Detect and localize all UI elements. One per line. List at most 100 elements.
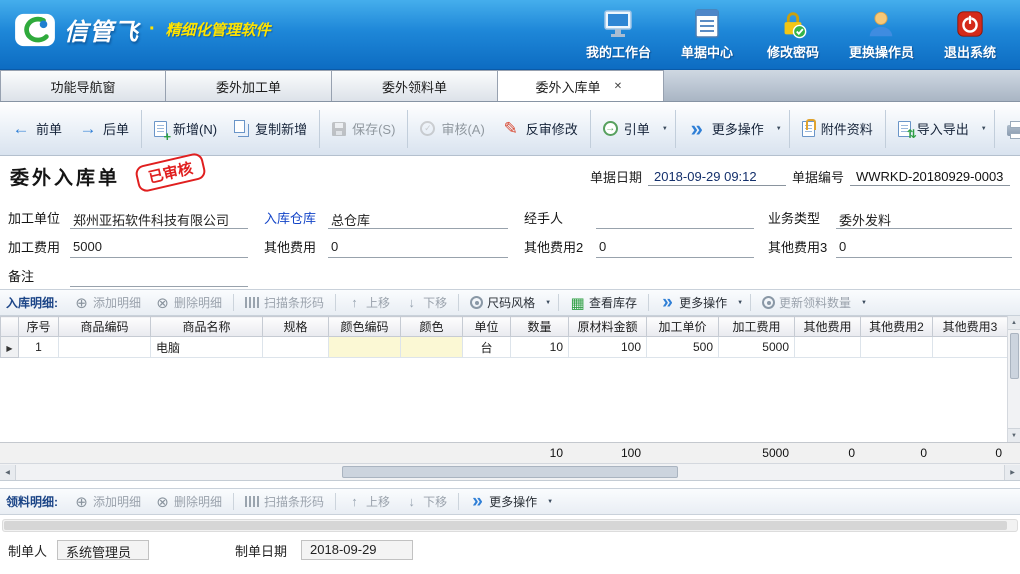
cell-processing-price[interactable]: 500	[647, 337, 719, 358]
warehouse-field[interactable]: 总仓库	[328, 210, 508, 229]
column-header[interactable]: 单位	[463, 317, 511, 337]
next-doc-button[interactable]: 后单	[71, 108, 137, 150]
material-more-dropdown-arrow[interactable]	[545, 491, 555, 513]
cell-unit[interactable]: 台	[463, 337, 511, 358]
handler-field[interactable]	[596, 210, 754, 229]
cell-processing-fee[interactable]: 5000	[719, 337, 795, 358]
column-header[interactable]: 原材料金额	[569, 317, 647, 337]
save-button[interactable]: 保存(S)	[324, 108, 403, 150]
material-move-down-button[interactable]: 下移	[398, 491, 453, 513]
audit-button[interactable]: 审核(A)	[412, 108, 492, 150]
vertical-scrollbar[interactable]	[1007, 316, 1020, 442]
column-header[interactable]: 颜色编码	[329, 317, 401, 337]
tab-close-icon[interactable]	[611, 79, 626, 94]
material-scan-barcode-button[interactable]: 扫描条形码	[239, 491, 330, 513]
import-export-button[interactable]: 导入导出	[890, 108, 977, 150]
more-operations-dropdown-arrow[interactable]	[773, 108, 785, 150]
material-add-detail-button[interactable]: 添加明细	[68, 491, 147, 513]
delete-detail-button[interactable]: 删除明细	[149, 292, 228, 314]
row-selector[interactable]	[1, 337, 19, 358]
tab-outsourcing-inbound-order[interactable]: 委外入库单	[498, 70, 664, 101]
scroll-down-icon[interactable]	[1008, 428, 1020, 442]
cell-other-fee[interactable]	[795, 337, 861, 358]
processing-unit-field[interactable]: 郑州亚拓软件科技有限公司	[70, 210, 248, 229]
column-header[interactable]: 规格	[263, 317, 329, 337]
move-up-button[interactable]: 上移	[341, 292, 396, 314]
pull-order-dropdown-arrow[interactable]	[659, 108, 671, 150]
cell-other-fee3[interactable]	[933, 337, 1008, 358]
attachments-button[interactable]: 附件资料	[794, 108, 881, 150]
tab-outsourcing-material-order[interactable]: 委外领料单	[332, 70, 498, 101]
more-operations-button[interactable]: 更多操作	[680, 108, 772, 150]
toolbar-separator	[335, 493, 336, 510]
material-grid-scrollbar[interactable]	[2, 519, 1018, 532]
cell-spec[interactable]	[263, 337, 329, 358]
scroll-up-icon[interactable]	[1008, 316, 1020, 330]
size-style-dropdown-arrow[interactable]	[543, 292, 553, 314]
column-header[interactable]: 序号	[19, 317, 59, 337]
new-button[interactable]: 新增(N)	[146, 108, 225, 150]
tab-outsourcing-process-order[interactable]: 委外加工单	[166, 70, 332, 101]
summary-other-fee3: 0	[932, 443, 1007, 463]
other-fee2-field[interactable]: 0	[596, 239, 754, 258]
exit-system-button[interactable]: 退出系统	[940, 9, 1000, 61]
scroll-left-icon[interactable]	[0, 465, 16, 480]
column-header[interactable]: 颜色	[401, 317, 463, 337]
update-material-qty-dropdown-arrow[interactable]	[859, 292, 869, 314]
button-label: 扫描条形码	[264, 493, 324, 510]
vertical-scroll-thumb[interactable]	[1010, 333, 1019, 379]
detail-more-operations-button[interactable]: 更多操作	[654, 292, 733, 314]
document-center-button[interactable]: 单据中心	[677, 9, 737, 61]
column-header[interactable]: 加工费用	[719, 317, 795, 337]
unaudit-button[interactable]: 反审修改	[494, 108, 586, 150]
column-header[interactable]: 商品编码	[59, 317, 151, 337]
material-more-operations-button[interactable]: 更多操作	[464, 491, 543, 513]
cell-seq[interactable]: 1	[19, 337, 59, 358]
column-header[interactable]: 其他费用2	[861, 317, 933, 337]
column-header[interactable]: 其他费用	[795, 317, 861, 337]
import-export-dropdown-arrow[interactable]	[978, 108, 990, 150]
remarks-field[interactable]	[70, 268, 248, 287]
horizontal-scrollbar[interactable]	[0, 463, 1020, 480]
doc-date-field[interactable]: 2018-09-29 09:12	[648, 169, 786, 186]
print-button[interactable]: 打印	[999, 108, 1020, 150]
tab-function-nav[interactable]: 功能导航窗	[0, 70, 166, 101]
copy-new-button[interactable]: 复制新增	[226, 108, 315, 150]
add-detail-button[interactable]: 添加明细	[68, 292, 147, 314]
change-password-button[interactable]: 修改密码	[763, 9, 823, 61]
summary-quantity: 10	[510, 443, 568, 463]
toolbar-separator	[590, 110, 591, 148]
detail-more-dropdown-arrow[interactable]	[735, 292, 745, 314]
update-material-qty-button[interactable]: 更新领料数量	[756, 292, 857, 314]
horizontal-scroll-track[interactable]	[16, 465, 1004, 480]
cell-other-fee2[interactable]	[861, 337, 933, 358]
cell-color-code[interactable]	[329, 337, 401, 358]
column-header[interactable]: 加工单价	[647, 317, 719, 337]
switch-operator-button[interactable]: 更换操作员	[849, 9, 914, 61]
doc-number-field[interactable]: WWRKD-20180929-0003	[850, 169, 1010, 186]
horizontal-scroll-thumb[interactable]	[342, 466, 678, 478]
material-delete-detail-button[interactable]: 删除明细	[149, 491, 228, 513]
material-move-up-button[interactable]: 上移	[341, 491, 396, 513]
cell-raw-material-amount[interactable]: 100	[569, 337, 647, 358]
other-fee-field[interactable]: 0	[328, 239, 508, 258]
scan-barcode-button[interactable]: 扫描条形码	[239, 292, 330, 314]
move-down-button[interactable]: 下移	[398, 292, 453, 314]
material-scroll-thumb[interactable]	[4, 521, 1007, 530]
pull-order-button[interactable]: 引单	[595, 108, 658, 150]
other-fee3-field[interactable]: 0	[836, 239, 1012, 258]
view-stock-button[interactable]: 查看库存	[564, 292, 643, 314]
cell-product-name[interactable]: 电脑	[151, 337, 263, 358]
prev-doc-button[interactable]: 前单	[4, 108, 70, 150]
column-header[interactable]: 其他费用3	[933, 317, 1008, 337]
column-header[interactable]: 数量	[511, 317, 569, 337]
processing-fee-field[interactable]: 5000	[70, 239, 248, 258]
workbench-button[interactable]: 我的工作台	[586, 9, 651, 61]
scroll-right-icon[interactable]	[1004, 465, 1020, 480]
cell-quantity[interactable]: 10	[511, 337, 569, 358]
cell-color[interactable]	[401, 337, 463, 358]
size-style-button[interactable]: 尺码风格	[464, 292, 541, 314]
cell-product-code[interactable]	[59, 337, 151, 358]
column-header[interactable]: 商品名称	[151, 317, 263, 337]
business-type-field[interactable]: 委外发料	[836, 210, 1012, 229]
